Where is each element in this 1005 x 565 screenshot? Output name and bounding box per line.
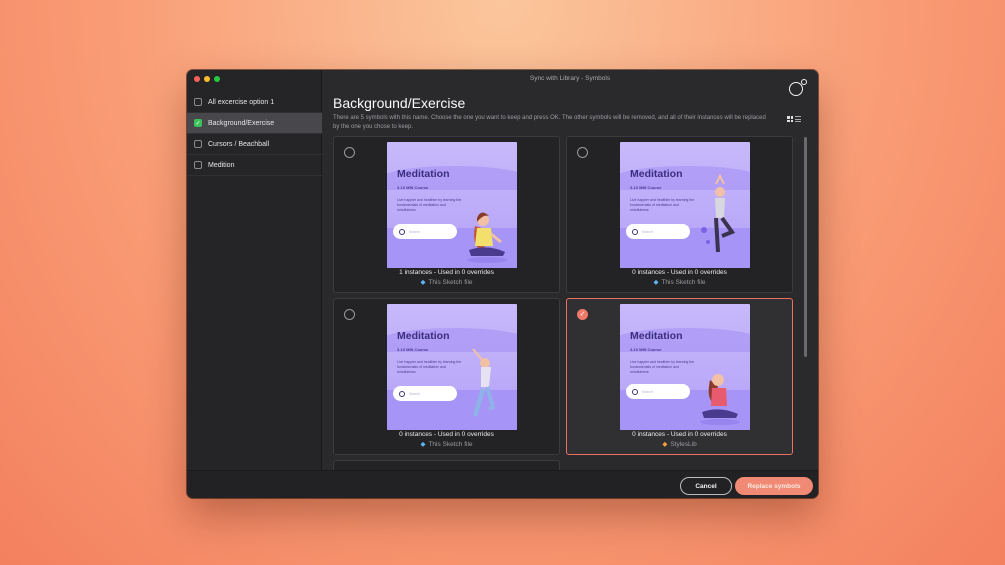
preview-body: Live happier and healthier by learning t… <box>630 360 695 374</box>
preview-search-placeholder: Search <box>642 389 654 394</box>
checkbox[interactable] <box>194 161 202 169</box>
source-text: This Sketch file <box>428 279 473 286</box>
scrollbar[interactable] <box>804 137 807 357</box>
source-label: ◆ StylesLib <box>567 440 792 448</box>
minimize-window-button[interactable] <box>204 76 210 82</box>
symbol-card[interactable]: Meditation 3-10 MIN Course Live happier … <box>333 298 560 455</box>
zoom-window-button[interactable] <box>214 76 220 82</box>
preview-search-placeholder: Search <box>642 229 654 234</box>
checkbox[interactable] <box>194 98 202 106</box>
symbol-card-selected[interactable]: ✓ Meditation 3-10 MIN Course Live happie… <box>566 298 793 455</box>
sketch-diamond-icon: ◆ <box>653 279 659 286</box>
source-text: StylesLib <box>670 441 697 448</box>
preview-body: Live happier and healthier by learning t… <box>397 360 462 374</box>
preview-search-bar: Search <box>626 224 690 239</box>
window-title: Sync with Library - Symbols <box>529 75 611 82</box>
sync-library-window: All excercise option 1 ✓ Background/Exer… <box>187 70 818 498</box>
source-label: ◆ This Sketch file <box>334 440 559 448</box>
search-icon <box>399 390 405 397</box>
preview-body: Live happier and healthier by learning t… <box>397 198 462 212</box>
preview-subtitle: 3-10 MIN Course <box>397 347 429 352</box>
replace-symbols-button[interactable]: Replace symbols <box>735 477 813 495</box>
source-label: ◆ This Sketch file <box>567 278 792 286</box>
cancel-button[interactable]: Cancel <box>680 477 732 495</box>
window-controls <box>194 76 220 82</box>
symbol-list: All excercise option 1 ✓ Background/Exer… <box>187 92 322 176</box>
search-icon <box>632 388 638 395</box>
woman-meditating-illustration <box>700 374 740 425</box>
preview-title: Meditation <box>630 168 683 180</box>
view-toggle <box>787 116 801 122</box>
sidebar-item-medition[interactable]: Medition <box>187 155 322 176</box>
sidebar: All excercise option 1 ✓ Background/Exer… <box>187 70 322 470</box>
symbol-preview: Meditation 3-10 MIN Course Live happier … <box>620 304 750 430</box>
close-window-button[interactable] <box>194 76 200 82</box>
source-text: This Sketch file <box>428 441 473 448</box>
preview-subtitle: 3-10 MIN Course <box>630 185 662 190</box>
dialog-footer: Cancel Replace symbols <box>187 470 818 498</box>
page-description: There are 5 symbols with this name. Choo… <box>333 115 766 130</box>
sidebar-item-background-exercise[interactable]: ✓ Background/Exercise <box>187 113 322 134</box>
symbol-card[interactable]: Meditation 3-10 MIN Course Live happier … <box>566 136 793 293</box>
symbol-preview: Meditation 3-10 MIN Course Live happier … <box>387 304 517 430</box>
preview-subtitle: 3-10 MIN Course <box>397 185 429 190</box>
sidebar-item-all-excercise[interactable]: All excercise option 1 <box>187 92 322 113</box>
sidebar-item-label: Medition <box>208 161 235 169</box>
woman-sitting-illustration <box>467 212 507 263</box>
symbol-grid: Meditation 3-10 MIN Course Live happier … <box>333 136 795 470</box>
search-icon <box>632 228 638 235</box>
usage-caption: 0 instances - Used in 0 overrides <box>632 269 727 276</box>
symbol-card[interactable]: Meditation 3-10 MIN Course Live happier … <box>333 136 560 293</box>
page-title: Background/Exercise <box>333 95 466 111</box>
abstract-logo-icon <box>789 79 807 97</box>
radio-button[interactable] <box>577 147 588 158</box>
library-diamond-icon: ◆ <box>662 441 668 448</box>
radio-button[interactable] <box>344 309 355 320</box>
source-label: ◆ This Sketch file <box>334 278 559 286</box>
checkbox-checked[interactable]: ✓ <box>194 119 202 127</box>
symbol-card-partial[interactable] <box>333 460 560 470</box>
preview-search-placeholder: Search <box>409 229 421 234</box>
sketch-diamond-icon: ◆ <box>420 279 426 286</box>
radio-button[interactable] <box>344 147 355 158</box>
preview-search-bar: Search <box>393 386 457 401</box>
sketch-diamond-icon: ◆ <box>420 441 426 448</box>
source-text: This Sketch file <box>661 279 706 286</box>
checkbox[interactable] <box>194 140 202 148</box>
preview-subtitle: 3-10 MIN Course <box>630 347 662 352</box>
grid-view-icon[interactable] <box>787 116 793 122</box>
preview-search-bar: Search <box>626 384 690 399</box>
sidebar-item-label: All excercise option 1 <box>208 98 275 106</box>
sidebar-item-label: Cursors / Beachball <box>208 140 270 148</box>
woman-dancing-illustration <box>472 348 496 417</box>
search-icon <box>399 228 405 235</box>
sidebar-item-cursors-beachball[interactable]: Cursors / Beachball <box>187 134 322 155</box>
symbol-preview: Meditation 3-10 MIN Course Live happier … <box>620 142 750 268</box>
preview-title: Meditation <box>630 330 683 342</box>
radio-button-selected[interactable]: ✓ <box>577 309 588 320</box>
preview-body: Live happier and healthier by learning t… <box>630 198 695 212</box>
usage-caption: 0 instances - Used in 0 overrides <box>632 431 727 438</box>
symbol-preview: Meditation 3-10 MIN Course Live happier … <box>387 142 517 268</box>
preview-search-bar: Search <box>393 224 457 239</box>
preview-search-placeholder: Search <box>409 391 421 396</box>
woman-tree-pose-illustration <box>701 173 736 253</box>
usage-caption: 1 instances - Used in 0 overrides <box>399 269 494 276</box>
preview-title: Meditation <box>397 330 450 342</box>
preview-title: Meditation <box>397 168 450 180</box>
usage-caption: 0 instances - Used in 0 overrides <box>399 431 494 438</box>
list-view-icon[interactable] <box>795 116 801 122</box>
sidebar-item-label: Background/Exercise <box>208 119 275 127</box>
